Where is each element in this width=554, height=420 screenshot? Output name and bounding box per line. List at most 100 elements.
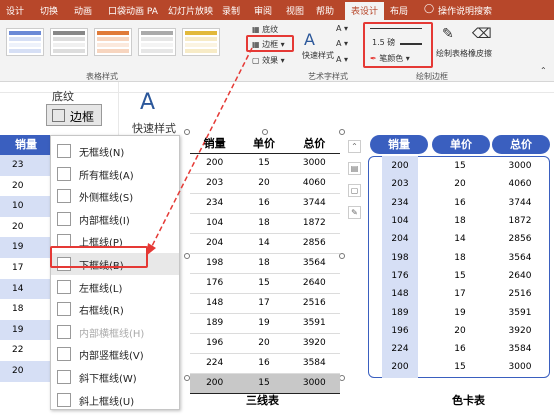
table-cell: 2640 xyxy=(288,273,340,294)
border-option-icon xyxy=(57,211,71,226)
table-header-row: 销量 单价 总价 xyxy=(190,133,340,154)
text-outline-icon[interactable]: A ▾ xyxy=(336,39,348,48)
table-cell: 4060 xyxy=(508,179,532,190)
color-card-table-caption: 色卡表 xyxy=(452,394,485,407)
table-cell: 4060 xyxy=(288,173,340,194)
tab-record[interactable]: 录制 xyxy=(222,4,240,17)
pen-style-line[interactable] xyxy=(370,28,422,29)
table-row: 104 18 1872 xyxy=(370,212,550,230)
gridline xyxy=(118,82,119,142)
table-row: 148 17 2516 xyxy=(370,285,550,303)
bottom-border-highlight xyxy=(50,246,148,268)
color-card-header-sales: 销量 xyxy=(370,135,428,154)
border-menu-item[interactable]: 内部竖框线(V) xyxy=(51,343,179,365)
table-cell: 19 xyxy=(239,313,289,334)
border-option-icon xyxy=(57,324,71,339)
quick-styles-button[interactable]: 快速样式 xyxy=(302,50,334,61)
table-cell: 234 xyxy=(391,197,409,208)
table-cell: 3744 xyxy=(288,193,340,214)
table-cell: 2856 xyxy=(288,233,340,254)
border-menu-item[interactable]: 斜上框线(U) xyxy=(51,389,179,411)
left-table-header: 销量 xyxy=(0,135,52,155)
zoomed-border-button[interactable]: 边框 xyxy=(46,104,102,126)
table-cell: 224 xyxy=(391,344,409,355)
table-header-cell: 销量 xyxy=(190,133,240,154)
table-row: 224 16 3584 xyxy=(190,353,340,374)
table-style-1[interactable] xyxy=(6,28,44,56)
table-cell: 17 xyxy=(454,289,466,300)
tab-view[interactable]: 视图 xyxy=(286,4,304,17)
table-cell: 18 xyxy=(239,253,289,274)
table-cell: 16 xyxy=(239,193,289,214)
table-cell: 17 xyxy=(239,293,289,314)
eraser-button[interactable]: 橡皮擦 xyxy=(468,48,492,59)
table-cell: 204 xyxy=(190,233,240,254)
table-row: 104 18 1872 xyxy=(190,213,340,234)
border-menu-item: 内部横框线(H) xyxy=(51,321,179,343)
table-style-2[interactable] xyxy=(50,28,88,56)
border-option-icon xyxy=(57,166,71,181)
three-line-table[interactable]: 销量 单价 总价 200 15 3000 203 20 4060 234 16 3744 104 18 18… xyxy=(190,133,340,394)
border-menu-item-label: 所有框线(A) xyxy=(79,170,134,182)
tell-me-search[interactable]: 操作说明搜索 xyxy=(438,4,492,17)
table-cell: 3564 xyxy=(288,253,340,274)
layers-icon[interactable]: ▤ xyxy=(348,162,361,175)
tab-table-design[interactable]: 表设计 xyxy=(345,2,385,20)
border-menu-item-label: 斜上框线(U) xyxy=(79,396,135,408)
pen-icon: ✒ xyxy=(370,54,377,63)
zoomed-shading-label: 底纹 xyxy=(52,90,74,103)
tab-transitions[interactable]: 切换 xyxy=(40,4,58,17)
table-cell: 16 xyxy=(454,344,466,355)
table-cell: 3920 xyxy=(508,325,532,336)
table-cell: 148 xyxy=(391,289,409,300)
tab-slideshow[interactable]: 幻灯片放映 xyxy=(168,4,213,17)
table-row: 200 15 3000 xyxy=(370,157,550,175)
pen-style-icon[interactable]: ✎ xyxy=(348,206,361,219)
border-menu-item[interactable]: 斜下框线(W) xyxy=(51,366,179,388)
lightbulb-icon: ◯ xyxy=(424,4,435,14)
effects-label: 效果 xyxy=(262,56,279,65)
table-cell: 3000 xyxy=(508,161,532,172)
table-cell: 20 xyxy=(239,173,289,194)
table-cell: 2516 xyxy=(288,293,340,314)
shading-label: 底纹 xyxy=(262,25,279,34)
table-row: 200 15 3000 xyxy=(190,373,340,394)
table-cell: 3564 xyxy=(508,252,532,263)
shading-button[interactable]: ▦ 底纹 xyxy=(252,24,278,35)
border-menu-item[interactable]: 左框线(L) xyxy=(51,276,179,298)
table-cell: 1872 xyxy=(508,216,532,227)
text-effects-icon[interactable]: A ▾ xyxy=(336,55,348,64)
tab-layout[interactable]: 布局 xyxy=(390,4,408,17)
draw-table-button[interactable]: 绘制表格 xyxy=(436,48,468,59)
pen-weight-select[interactable]: 1.5 磅 xyxy=(372,37,395,48)
table-row: 234 16 3744 xyxy=(190,193,340,214)
border-menu-item[interactable]: 右框线(R) xyxy=(51,298,179,320)
table-cell: 189 xyxy=(190,313,240,334)
table-row: 196 20 3920 xyxy=(190,333,340,354)
table-row: 176 15 2640 xyxy=(190,273,340,294)
tab-pocket-animation[interactable]: 口袋动画 PA xyxy=(108,4,158,17)
pen-color-label: 笔颜色 xyxy=(379,54,404,63)
tab-design[interactable]: 设计 xyxy=(6,4,24,17)
table-cell: 15 xyxy=(239,153,289,174)
left-table-cell: 20 xyxy=(0,175,52,197)
table-cell: 3584 xyxy=(508,344,532,355)
collapse-ribbon-icon[interactable]: ⌃ xyxy=(540,66,547,75)
text-fill-icon[interactable]: A ▾ xyxy=(336,24,348,33)
tab-help[interactable]: 帮助 xyxy=(316,4,334,17)
table-cell: 20 xyxy=(454,179,466,190)
layout-options-icon[interactable]: ⌃ xyxy=(348,140,361,153)
tab-animations[interactable]: 动画 xyxy=(74,4,92,17)
table-row: 148 17 2516 xyxy=(190,293,340,314)
pen-color-button[interactable]: ✒ 笔颜色 ▾ xyxy=(370,53,410,64)
table-style-3[interactable] xyxy=(94,28,132,56)
left-table-cell: 14 xyxy=(0,278,52,300)
table-row: 234 16 3744 xyxy=(370,194,550,212)
table-cell: 19 xyxy=(454,307,466,318)
border-option-icon xyxy=(57,392,71,407)
tab-review[interactable]: 审阅 xyxy=(254,4,272,17)
border-menu-item-label: 内部框线(I) xyxy=(79,215,130,227)
copy-icon[interactable]: ▢ xyxy=(348,184,361,197)
border-menu-item-label: 右框线(R) xyxy=(79,306,124,318)
color-card-table[interactable]: 200 15 3000 203 20 4060 234 16 3744 104 18 1872 204 1… xyxy=(370,155,550,377)
